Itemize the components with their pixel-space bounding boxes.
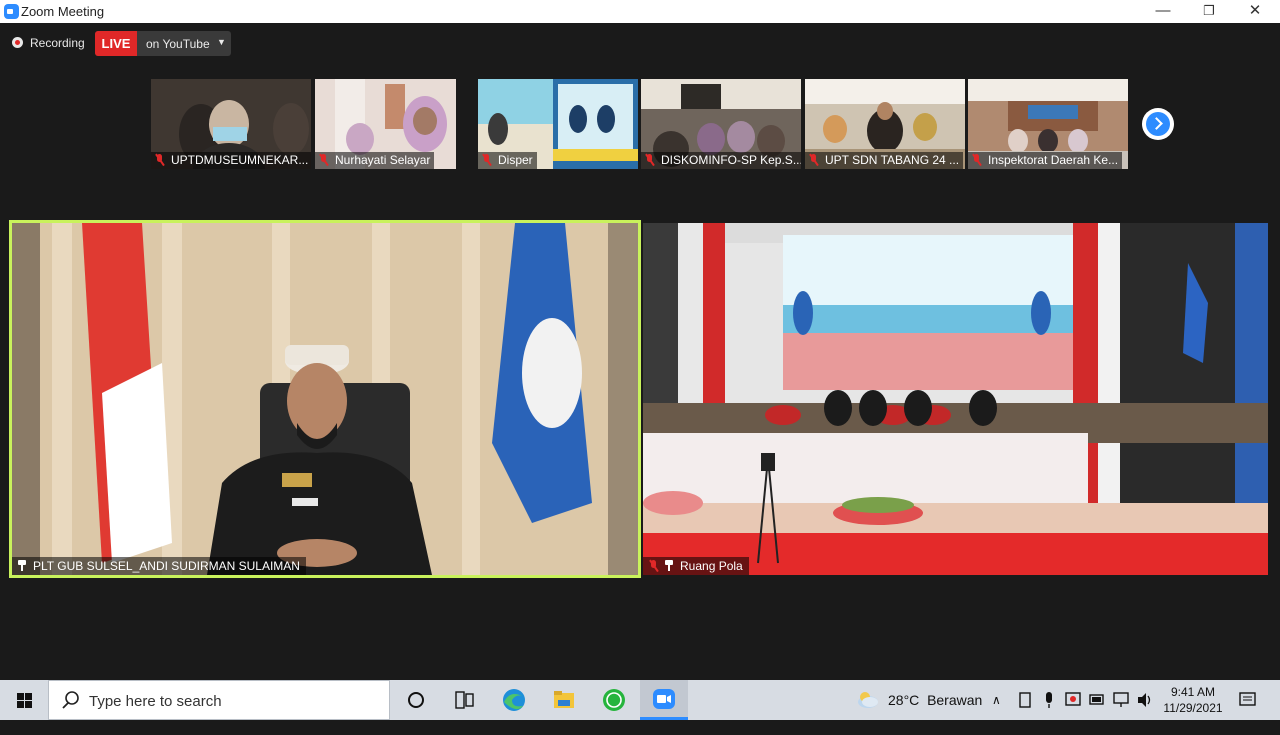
- microphone-icon[interactable]: [1040, 680, 1058, 720]
- participant-name-tag: Disper: [478, 152, 537, 169]
- tablet-icon[interactable]: [1016, 680, 1034, 720]
- participant-thumbnail[interactable]: Disper: [478, 79, 638, 169]
- recording-label: Recording: [30, 36, 85, 50]
- windows-logo-icon: [17, 693, 32, 708]
- whatsapp-button[interactable]: [590, 680, 638, 720]
- search-placeholder: Type here to search: [89, 693, 222, 710]
- network-icon[interactable]: [1112, 680, 1130, 720]
- video-tile-room[interactable]: Ruang Pola: [643, 223, 1268, 575]
- participant-name: UPT SDN TABANG 24 ...: [825, 153, 960, 167]
- participant-thumbnail[interactable]: UPT SDN TABANG 24 ...: [805, 79, 965, 169]
- zoom-app-icon: [4, 4, 19, 19]
- participant-thumbnail[interactable]: UPTDMUSEUMNEKAR...: [151, 79, 311, 169]
- weather-temperature: 28°C: [888, 692, 920, 708]
- participant-name-tag: PLT GUB SULSEL_ANDI SUDIRMAN SULAIMAN: [12, 557, 306, 575]
- windows-taskbar: Type here to search 28°C Berawan ∧ 9:41 …: [0, 680, 1280, 720]
- clock-date: 11/29/2021: [1163, 701, 1223, 715]
- video-tile-active-speaker[interactable]: PLT GUB SULSEL_ANDI SUDIRMAN SULAIMAN: [9, 220, 641, 578]
- mic-muted-icon: [155, 154, 165, 166]
- participant-name: Nurhayati Selayar: [335, 153, 431, 167]
- participant-name-tag: DISKOMINFO-SP Kep.S...: [641, 152, 801, 169]
- taskbar-clock[interactable]: 9:41 AM 11/29/2021: [1158, 684, 1228, 716]
- recording-indicator[interactable]: Recording: [12, 36, 85, 50]
- clock-time: 9:41 AM: [1170, 685, 1216, 699]
- mic-muted-icon: [482, 154, 492, 166]
- participant-name-tag: Inspektorat Daerah Ke...: [968, 152, 1123, 169]
- meeting-area: Recording LIVE on YouTube ▼ UPTDMUSEUMNE…: [0, 23, 1280, 680]
- participant-thumbnail[interactable]: Inspektorat Daerah Ke...: [968, 79, 1128, 169]
- participant-name: PLT GUB SULSEL_ANDI SUDIRMAN SULAIMAN: [33, 559, 300, 573]
- participant-name-tag: UPT SDN TABANG 24 ...: [805, 152, 964, 169]
- cortana-circle-icon: [408, 692, 424, 708]
- file-explorer-button[interactable]: [540, 680, 588, 720]
- folder-icon: [554, 691, 574, 708]
- live-badge: LIVE: [95, 31, 137, 56]
- close-button[interactable]: ✕: [1232, 0, 1278, 23]
- next-page-button[interactable]: [1142, 108, 1174, 140]
- participant-name-tag: Nurhayati Selayar: [315, 152, 435, 169]
- taskbar-search-box[interactable]: Type here to search: [48, 680, 390, 720]
- mic-muted-icon: [645, 154, 655, 166]
- zoom-icon: [653, 689, 675, 709]
- live-destination: on YouTube: [146, 37, 210, 51]
- notification-icon: [1239, 692, 1256, 706]
- participant-name: UPTDMUSEUMNEKAR...: [171, 153, 309, 167]
- maximize-button[interactable]: ❐: [1186, 0, 1232, 23]
- notification-center-button[interactable]: [1238, 680, 1258, 720]
- mic-muted-icon: [319, 154, 329, 166]
- participant-name: Ruang Pola: [680, 559, 743, 573]
- weather-description: Berawan: [927, 692, 983, 708]
- record-icon: [12, 37, 23, 48]
- mic-muted-icon: [809, 154, 819, 166]
- edge-browser-icon: [503, 689, 525, 711]
- participant-thumbnail[interactable]: Nurhayati Selayar: [315, 79, 456, 169]
- window-title: Zoom Meeting: [21, 4, 105, 19]
- edge-taskbar-button[interactable]: [490, 680, 538, 720]
- participant-thumbnail[interactable]: DISKOMINFO-SP Kep.S...: [641, 79, 801, 169]
- window-titlebar: Zoom Meeting — ❐ ✕: [0, 0, 1280, 23]
- cortana-button[interactable]: [392, 680, 440, 720]
- participant-name-tag: Ruang Pola: [643, 557, 749, 575]
- pin-icon: [665, 560, 673, 571]
- chevron-right-icon: [1150, 117, 1163, 130]
- mic-muted-icon: [649, 560, 659, 572]
- pin-icon: [18, 560, 26, 571]
- chevron-up-icon[interactable]: ∧: [992, 680, 1010, 720]
- whatsapp-icon: [603, 689, 625, 711]
- start-button[interactable]: [0, 680, 48, 720]
- minimize-button[interactable]: —: [1140, 0, 1186, 23]
- mic-muted-icon: [972, 154, 982, 166]
- participant-name: Inspektorat Daerah Ke...: [988, 153, 1119, 167]
- volume-icon[interactable]: [1136, 680, 1154, 720]
- search-icon: [62, 691, 79, 709]
- participant-name-tag: UPTDMUSEUMNEKAR...: [151, 152, 311, 169]
- participant-name: DISKOMINFO-SP Kep.S...: [661, 153, 801, 167]
- live-stream-dropdown[interactable]: LIVE on YouTube ▼: [95, 31, 231, 56]
- task-view-icon: [455, 691, 474, 709]
- chevron-down-icon: ▼: [217, 37, 226, 47]
- security-icon[interactable]: [1064, 680, 1082, 720]
- weather-icon: [856, 680, 880, 720]
- battery-icon[interactable]: [1088, 680, 1106, 720]
- participant-name: Disper: [498, 153, 533, 167]
- room-video: [643, 223, 1268, 575]
- task-view-button[interactable]: [440, 680, 488, 720]
- weather-widget[interactable]: 28°C Berawan: [888, 680, 982, 720]
- zoom-taskbar-button[interactable]: [640, 680, 688, 720]
- speaker-video: [12, 223, 638, 575]
